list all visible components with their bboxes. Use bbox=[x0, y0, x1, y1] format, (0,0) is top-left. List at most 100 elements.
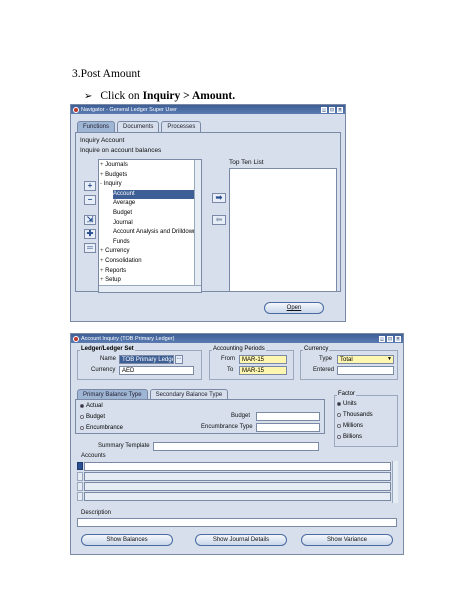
tree-item[interactable]: + Setup bbox=[100, 276, 192, 285]
accounts-row[interactable] bbox=[84, 462, 391, 471]
tree-item[interactable]: + Journals bbox=[100, 161, 192, 170]
tree-item[interactable]: + Reports bbox=[100, 267, 192, 276]
maximize-icon[interactable]: □ bbox=[387, 335, 393, 342]
tab-documents[interactable]: Documents bbox=[117, 121, 160, 132]
radio-thousands-label: Thousands bbox=[343, 412, 373, 418]
navigator-titlebar: Navigator - General Ledger Super User _ … bbox=[71, 105, 345, 114]
currency-group-title: Currency bbox=[303, 346, 330, 352]
minimize-icon[interactable]: _ bbox=[321, 106, 327, 113]
period-from-field[interactable]: MAR-15 bbox=[239, 355, 287, 364]
functions-panel: Inquiry Account Inquire on account balan… bbox=[75, 132, 341, 293]
radio-units[interactable]: Units bbox=[337, 401, 357, 407]
tab-functions[interactable]: Functions bbox=[77, 121, 116, 132]
show-journal-details-button[interactable]: Show Journal Details bbox=[195, 534, 287, 546]
tree-item[interactable]: Journal bbox=[113, 219, 201, 228]
currency-type-select[interactable]: Total bbox=[337, 355, 394, 364]
ledger-group-title: Ledger/Ledger Set bbox=[80, 346, 135, 352]
summary-template-field[interactable] bbox=[153, 442, 319, 451]
balance-type-panel: Actual Budget Encumbrance Budget Encumbr… bbox=[75, 399, 325, 434]
maximize-icon[interactable]: □ bbox=[329, 106, 335, 113]
close-icon[interactable]: × bbox=[337, 106, 343, 113]
open-button-label: Open bbox=[286, 305, 302, 311]
accounts-scrollbar[interactable] bbox=[392, 461, 398, 503]
ledger-name-field[interactable]: TOB Primary Ledger bbox=[119, 355, 174, 364]
inquiry-titlebar: Account Inquiry (TOB Primary Ledger) _ □… bbox=[71, 334, 403, 343]
list-of-values-icon[interactable]: ⋯ bbox=[175, 355, 183, 364]
tree-item-label: Currency bbox=[105, 248, 130, 255]
expand-icon[interactable]: + bbox=[84, 181, 96, 191]
tree-item-label: Funds bbox=[113, 238, 130, 245]
accounts-row[interactable] bbox=[84, 472, 391, 481]
show-variance-button[interactable]: Show Variance bbox=[301, 534, 393, 546]
radio-actual-label: Actual bbox=[86, 403, 103, 409]
radio-thousands[interactable]: Thousands bbox=[337, 412, 373, 418]
expand-all-icon[interactable]: ✚ bbox=[84, 229, 96, 239]
tree-item-label: Journals bbox=[105, 162, 128, 168]
factor-group-title: Factor bbox=[337, 391, 357, 397]
encumbrance-type-field[interactable] bbox=[256, 423, 320, 432]
inquiry-title: Account Inquiry (TOB Primary Ledger) bbox=[81, 335, 175, 342]
tree-item[interactable]: + Currency bbox=[100, 247, 192, 256]
radio-encumbrance[interactable]: Encumbrance bbox=[80, 425, 123, 431]
tree-hscrollbar[interactable] bbox=[99, 285, 201, 292]
minimize-icon[interactable]: _ bbox=[379, 335, 385, 342]
function-tree[interactable]: + Journals + Budgets - Inquiry Account Avera… bbox=[98, 159, 202, 293]
period-to-field[interactable]: MAR-15 bbox=[239, 366, 287, 375]
show-balances-button[interactable]: Show Balances bbox=[81, 534, 173, 546]
close-icon[interactable]: × bbox=[395, 335, 401, 342]
periods-group-title: Accounting Periods bbox=[212, 346, 266, 352]
tree-item[interactable]: + Budgets bbox=[100, 171, 192, 180]
tree-item[interactable]: Funds bbox=[113, 238, 201, 247]
accounts-label: Accounts bbox=[81, 453, 106, 459]
tree-item[interactable]: + Consolidation bbox=[100, 257, 192, 266]
tree-item-label: Journal bbox=[113, 219, 133, 226]
tree-item[interactable]: Account Analysis and Drilldown bbox=[113, 228, 201, 237]
tree-item-label: Setup bbox=[105, 277, 121, 284]
add-to-top-ten-arrow-icon[interactable]: ➡ bbox=[212, 193, 226, 203]
ledger-currency-field[interactable]: AED bbox=[119, 366, 194, 375]
tree-scrollbar[interactable] bbox=[194, 160, 201, 286]
row-selector[interactable] bbox=[77, 492, 83, 501]
tree-item[interactable]: Average bbox=[113, 199, 201, 208]
tab-processes[interactable]: Processes bbox=[161, 121, 202, 132]
accounts-row[interactable] bbox=[84, 482, 391, 491]
description-label: Description bbox=[81, 510, 112, 516]
tree-item-label: Budget bbox=[113, 210, 133, 216]
row-selector-active[interactable] bbox=[77, 462, 83, 470]
tree-item[interactable]: - Inquiry bbox=[100, 180, 192, 189]
radio-units-label: Units bbox=[343, 401, 357, 407]
radio-billions[interactable]: Billions bbox=[337, 434, 362, 440]
show-variance-label: Show Variance bbox=[327, 537, 367, 543]
section-title: Inquiry Account bbox=[80, 137, 125, 144]
entered-currency-field[interactable] bbox=[337, 366, 394, 375]
radio-actual[interactable]: Actual bbox=[80, 403, 103, 409]
remove-from-top-ten-arrow-icon[interactable]: ⬅ bbox=[212, 215, 226, 225]
expand-branch-icon[interactable]: ⇲ bbox=[84, 215, 96, 225]
account-inquiry-window: Account Inquiry (TOB Primary Ledger) _ □… bbox=[70, 333, 404, 555]
row-selector[interactable] bbox=[77, 472, 83, 481]
tree-item[interactable]: Budget bbox=[113, 209, 201, 218]
chevron-down-icon[interactable]: ▼ bbox=[387, 355, 392, 364]
radio-budget[interactable]: Budget bbox=[80, 414, 105, 420]
radio-millions-label: Millions bbox=[343, 423, 364, 429]
accounts-row[interactable] bbox=[84, 492, 391, 501]
tree-item-label: Consolidation bbox=[105, 258, 142, 264]
tree-item-label: Account bbox=[113, 190, 135, 197]
tree-item-label: Budgets bbox=[105, 171, 128, 178]
entered-label: Entered bbox=[313, 367, 335, 373]
tree-item-label: Reports bbox=[105, 267, 127, 274]
radio-encumbrance-label: Encumbrance bbox=[86, 425, 124, 431]
collapse-all-icon[interactable]: ═ bbox=[84, 243, 96, 253]
description-field[interactable] bbox=[77, 518, 397, 527]
collapse-icon[interactable]: − bbox=[84, 195, 96, 205]
tree-item[interactable]: Account bbox=[113, 189, 201, 199]
budget-field[interactable] bbox=[256, 412, 320, 421]
tree-item-label: Average bbox=[113, 200, 136, 207]
top-ten-label: Top Ten List bbox=[229, 159, 264, 166]
row-selector[interactable] bbox=[77, 482, 83, 491]
open-button[interactable]: Open bbox=[264, 302, 324, 314]
radio-millions[interactable]: Millions bbox=[337, 423, 363, 429]
show-journal-details-label: Show Journal Details bbox=[212, 537, 270, 543]
navigator-title: Navigator - General Ledger Super User bbox=[81, 106, 177, 113]
top-ten-list[interactable] bbox=[229, 168, 337, 292]
